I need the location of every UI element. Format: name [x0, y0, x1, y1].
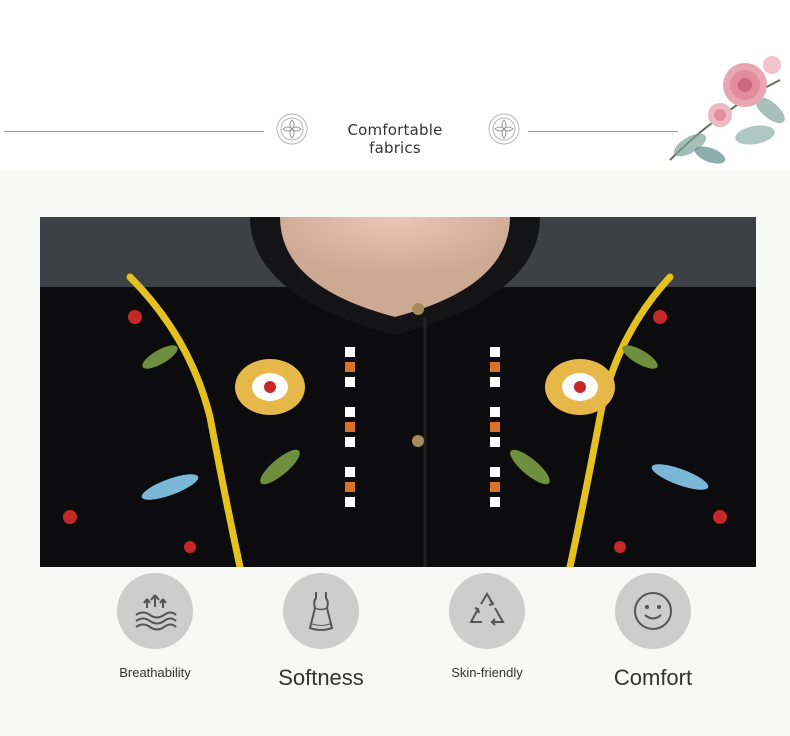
- smiley-icon: [615, 573, 691, 649]
- breathability-icon: [117, 573, 193, 649]
- product-photo: [40, 217, 756, 567]
- recycle-icon: [449, 573, 525, 649]
- feature-label: Breathability: [119, 665, 191, 680]
- feature-label: Softness: [278, 665, 364, 690]
- section-header: Comfortable fabrics: [0, 0, 790, 170]
- section-title: Comfortable fabrics: [347, 121, 443, 157]
- feature-list: Breathability Softness Skin-friendly Com…: [0, 566, 790, 736]
- feature-skin-friendly: Skin-friendly: [412, 573, 562, 680]
- divider-right: [528, 131, 678, 132]
- dress-icon: [283, 573, 359, 649]
- ornament-left-icon: [276, 113, 308, 145]
- feature-comfort: Comfort: [578, 573, 728, 691]
- ornament-right-icon: [488, 113, 520, 145]
- divider-left: [4, 131, 264, 132]
- feature-softness: Softness: [246, 573, 396, 691]
- feature-label: Skin-friendly: [451, 665, 523, 680]
- feature-label: Comfort: [613, 665, 693, 690]
- embroidered-jacket-image: [40, 217, 756, 567]
- feature-breathability: Breathability: [80, 573, 230, 680]
- peony-flower-illustration: [669, 56, 785, 164]
